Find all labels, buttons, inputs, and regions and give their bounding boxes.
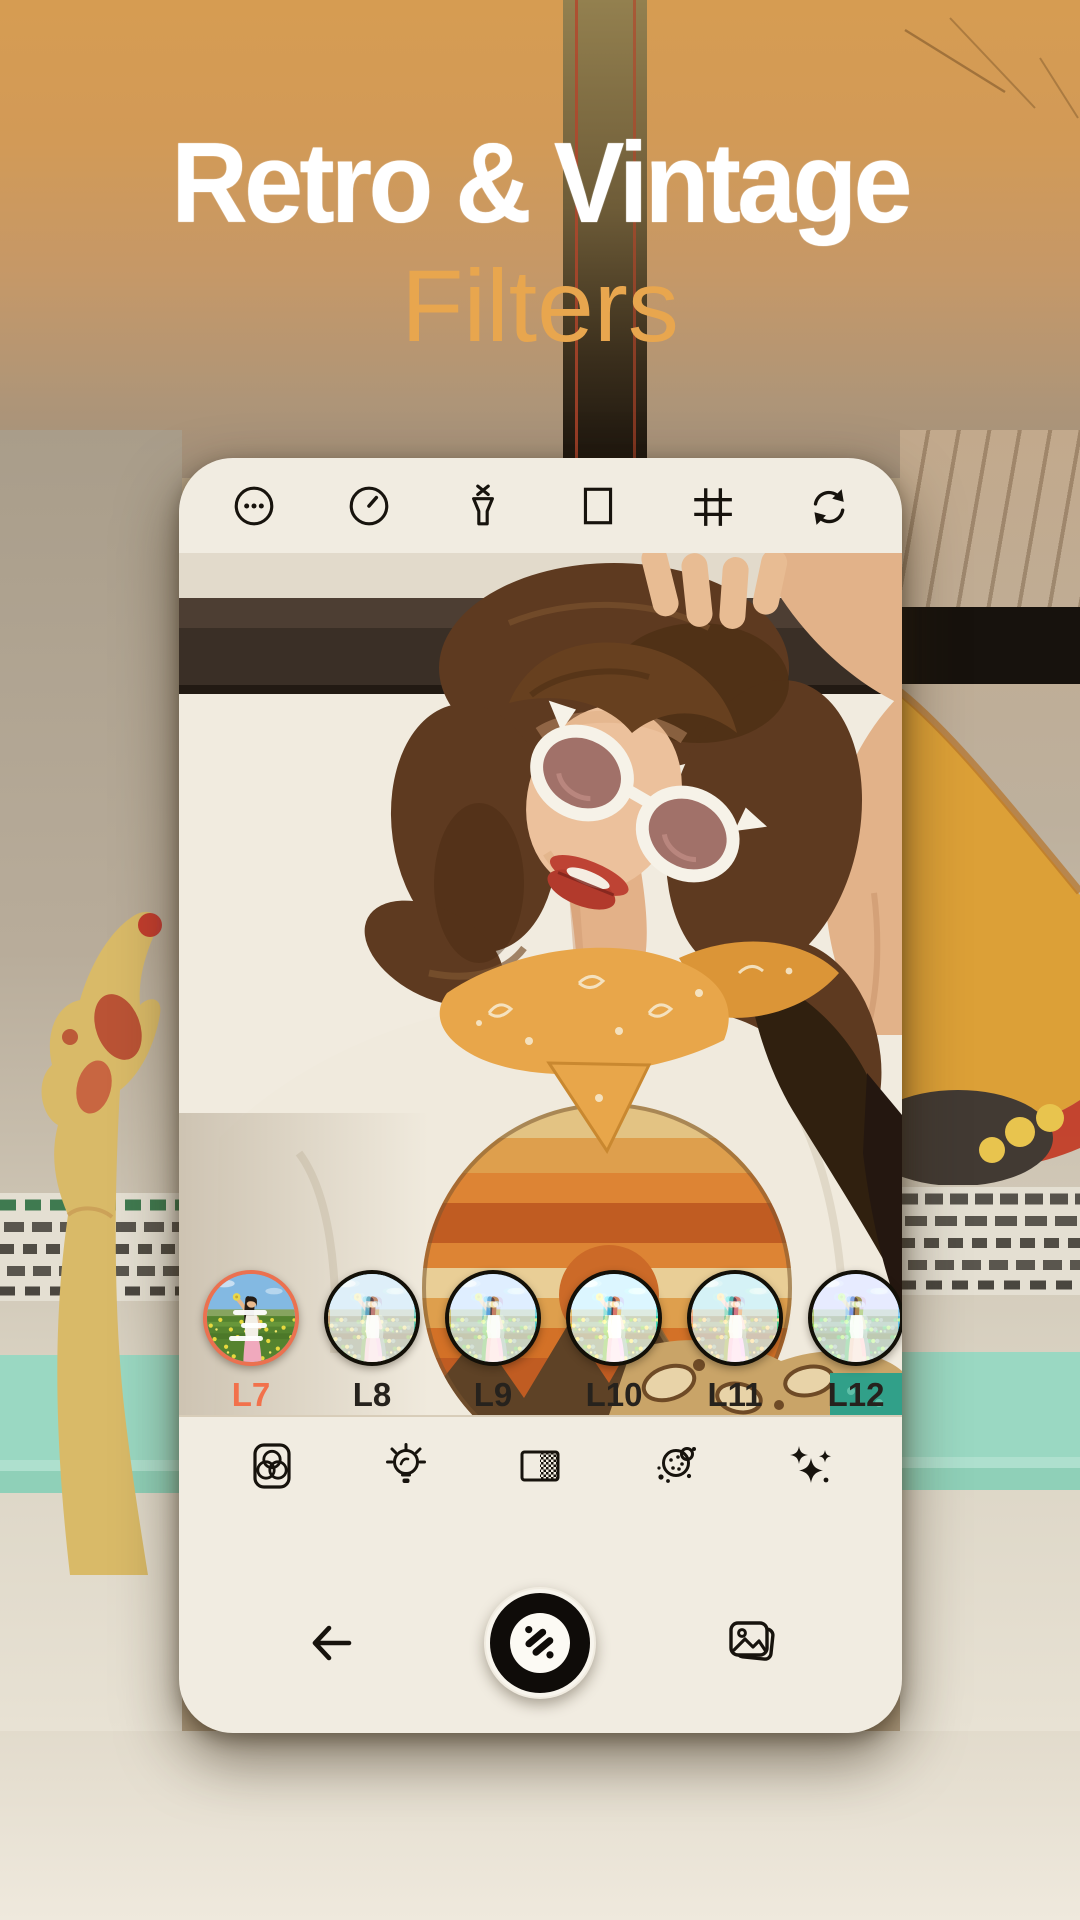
filter-thumb-preview xyxy=(687,1270,783,1366)
filters-icon[interactable] xyxy=(248,1442,296,1490)
filter-thumb-preview xyxy=(808,1270,902,1366)
filter-label: L12 xyxy=(808,1376,902,1414)
filter-label: L8 xyxy=(324,1376,420,1414)
grain-icon[interactable] xyxy=(651,1442,699,1490)
background-right-wall xyxy=(900,430,1080,1733)
grid-icon[interactable] xyxy=(689,483,735,529)
aspect-ratio-icon[interactable] xyxy=(575,483,621,529)
filter-thumb-preview xyxy=(203,1270,299,1366)
flip-camera-icon[interactable] xyxy=(804,483,850,529)
effects-sparkles-icon[interactable] xyxy=(785,1442,833,1490)
background-left-wall xyxy=(0,430,182,1733)
filter-thumb-preview xyxy=(324,1270,420,1366)
filter-thumb-l8[interactable]: L8 xyxy=(324,1270,420,1414)
right-stripe-band xyxy=(900,1187,1080,1295)
filter-thumb-l9[interactable]: L9 xyxy=(445,1270,541,1414)
background-bottom-wall xyxy=(0,1731,1080,1920)
timer-icon[interactable] xyxy=(346,483,392,529)
filter-label: L9 xyxy=(445,1376,541,1414)
background-arm-figure xyxy=(900,680,1080,1185)
filter-label: L11 xyxy=(687,1376,783,1414)
filter-label: L10 xyxy=(566,1376,662,1414)
filter-thumb-l7[interactable]: L7 xyxy=(203,1270,299,1414)
right-black-band xyxy=(900,607,1080,684)
camera-app-card: L7 L8 xyxy=(179,458,902,1733)
right-teal-band xyxy=(900,1352,1080,1490)
filter-strip: L7 L8 xyxy=(179,1270,902,1430)
filter-thumb-l11[interactable]: L11 xyxy=(687,1270,783,1414)
filter-label: L7 xyxy=(203,1376,299,1414)
filter-thumb-l12[interactable]: L12 xyxy=(808,1270,902,1414)
filter-thumb-preview xyxy=(566,1270,662,1366)
background-hand-figure xyxy=(0,885,182,1575)
right-wood-texture xyxy=(900,430,1080,607)
camera-toolbar xyxy=(179,458,902,553)
shutter-button[interactable] xyxy=(484,1587,596,1699)
glitch-arrows-overlay xyxy=(225,1310,285,1349)
filter-thumb-l10[interactable]: L10 xyxy=(566,1270,662,1414)
dither-icon[interactable] xyxy=(516,1442,564,1490)
gallery-icon[interactable] xyxy=(723,1614,781,1672)
more-options-icon[interactable] xyxy=(231,483,277,529)
flash-off-icon[interactable] xyxy=(460,483,506,529)
screenshot-stage: Retro & Vintage Filters xyxy=(0,0,1080,1920)
effects-toolbar xyxy=(179,1415,902,1515)
camera-bottom-bar xyxy=(179,1515,902,1733)
page-title: Retro & Vintage xyxy=(38,118,1042,249)
back-arrow-button[interactable] xyxy=(304,1615,360,1671)
filter-thumb-preview xyxy=(445,1270,541,1366)
brightness-bulb-icon[interactable] xyxy=(382,1442,430,1490)
page-subtitle: Filters xyxy=(0,248,1080,365)
